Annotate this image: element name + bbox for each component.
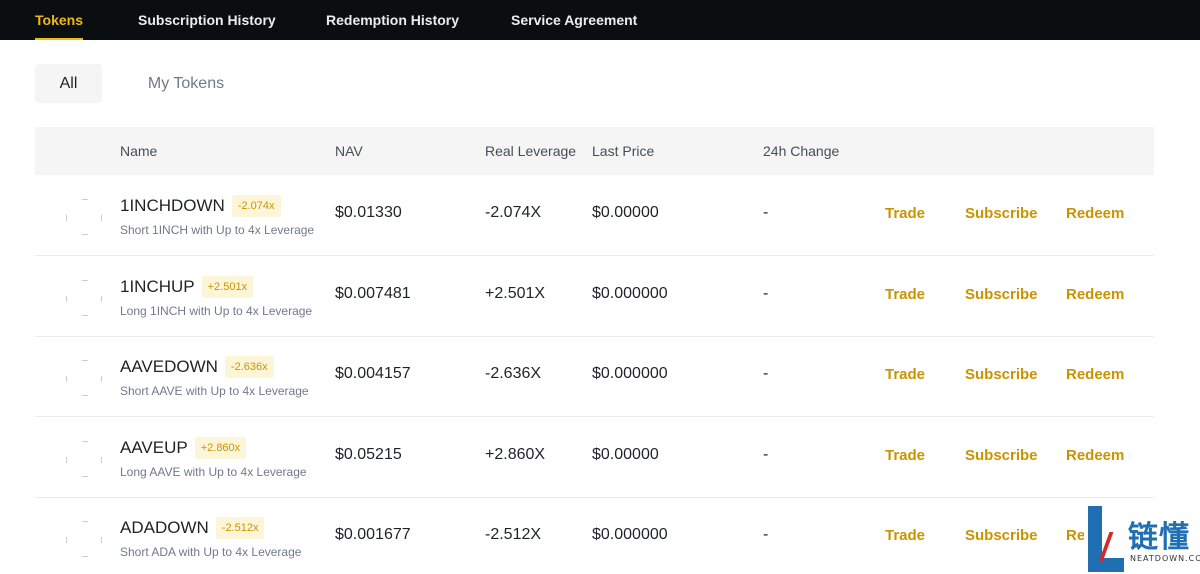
table-header: Name NAV Real Leverage Last Price 24h Ch… xyxy=(35,127,1154,175)
last-price-value: $0.00000 xyxy=(592,445,659,463)
header-name[interactable]: Name xyxy=(120,127,157,175)
subscribe-link[interactable]: Subscribe xyxy=(965,366,1038,383)
change-24h-value: - xyxy=(763,204,769,221)
table-row[interactable]: AAVEUP +2.860x Long AAVE with Up to 4x Lev… xyxy=(35,418,1154,498)
real-leverage-value: +2.860X xyxy=(485,445,546,463)
token-name: AAVEDOWN -2.636x xyxy=(120,355,274,379)
table-row[interactable]: 1INCHUP +2.501x Long 1INCH with Up to 4x L… xyxy=(35,257,1154,337)
trade-link[interactable]: Trade xyxy=(885,447,925,464)
token-logo-icon xyxy=(66,440,102,477)
token-name: 1INCHDOWN -2.074x xyxy=(120,194,281,218)
redeem-link[interactable]: Redeem xyxy=(1066,286,1124,303)
trade-link[interactable]: Trade xyxy=(885,286,925,303)
token-description: Short AAVE with Up to 4x Leverage xyxy=(120,384,309,398)
table-row[interactable]: ADADOWN -2.512x Short ADA with Up to 4x Le… xyxy=(35,498,1154,574)
token-symbol[interactable]: AAVEDOWN xyxy=(120,357,218,377)
watermark-l-icon xyxy=(1088,506,1124,572)
nav-value: $0.007481 xyxy=(335,284,411,302)
last-price-value: $0.000000 xyxy=(592,284,668,302)
tab-service-agreement[interactable]: Service Agreement xyxy=(511,0,637,40)
leverage-badge: -2.074x xyxy=(231,195,281,217)
leverage-badge: -2.512x xyxy=(215,517,265,539)
redeem-link[interactable]: Redeem xyxy=(1066,366,1124,383)
header-real-leverage[interactable]: Real Leverage xyxy=(485,127,576,175)
redeem-link[interactable]: Redeem xyxy=(1066,447,1124,464)
watermark-logo: 链懂 NEATDOWN.COM xyxy=(1084,504,1200,574)
change-24h-value: - xyxy=(763,284,769,302)
subscribe-link[interactable]: Subscribe xyxy=(965,527,1038,544)
leverage-badge: -2.636x xyxy=(224,356,274,378)
token-symbol[interactable]: 1INCHDOWN xyxy=(120,196,225,216)
token-name: 1INCHUP +2.501x xyxy=(120,275,254,299)
nav-value: $0.001677 xyxy=(335,526,411,543)
token-logo-icon xyxy=(66,199,102,235)
watermark-cn-text: 链懂 xyxy=(1128,520,1190,555)
token-logo-icon xyxy=(66,360,102,396)
last-price-value: $0.000000 xyxy=(592,365,668,382)
nav-value: $0.004157 xyxy=(335,365,411,382)
token-description: Long 1INCH with Up to 4x Leverage xyxy=(120,303,313,318)
token-symbol[interactable]: ADADOWN xyxy=(120,518,209,538)
change-24h-value: - xyxy=(763,445,769,463)
filter-all-button[interactable]: All xyxy=(35,64,102,103)
tab-subscription-history[interactable]: Subscription History xyxy=(138,0,276,40)
token-logo-icon xyxy=(66,279,102,316)
leverage-badge: +2.501x xyxy=(201,275,254,298)
trade-link[interactable]: Trade xyxy=(885,527,925,544)
subscribe-link[interactable]: Subscribe xyxy=(965,205,1038,222)
header-24h-change[interactable]: 24h Change xyxy=(763,127,839,175)
header-last-price[interactable]: Last Price xyxy=(592,127,654,175)
token-logo-icon xyxy=(66,521,102,557)
subscribe-link[interactable]: Subscribe xyxy=(965,286,1038,303)
last-price-value: $0.000000 xyxy=(592,526,668,543)
token-name: ADADOWN -2.512x xyxy=(120,516,265,540)
token-symbol[interactable]: AAVEUP xyxy=(120,438,188,458)
filter-my-tokens-button[interactable]: My Tokens xyxy=(118,64,254,103)
real-leverage-value: -2.512X xyxy=(485,526,542,543)
token-description: Short ADA with Up to 4x Leverage xyxy=(120,545,302,559)
real-leverage-value: -2.636X xyxy=(485,365,542,382)
change-24h-value: - xyxy=(763,365,769,382)
token-name: AAVEUP +2.860x xyxy=(120,436,247,460)
subscribe-link[interactable]: Subscribe xyxy=(965,447,1038,464)
real-leverage-value: +2.501X xyxy=(485,284,546,302)
redeem-link[interactable]: Redeem xyxy=(1066,205,1124,222)
tab-tokens[interactable]: Tokens xyxy=(35,0,83,40)
change-24h-value: - xyxy=(763,526,769,543)
tab-redemption-history[interactable]: Redemption History xyxy=(326,0,459,40)
watermark-en-text: NEATDOWN.COM xyxy=(1130,554,1200,563)
table-row[interactable]: 1INCHDOWN -2.074x Short 1INCH with Up to 4… xyxy=(35,176,1154,256)
token-symbol[interactable]: 1INCHUP xyxy=(120,277,195,297)
nav-value: $0.05215 xyxy=(335,445,402,463)
top-nav: Tokens Subscription History Redemption H… xyxy=(0,0,1200,40)
last-price-value: $0.00000 xyxy=(592,204,659,221)
header-nav[interactable]: NAV xyxy=(335,127,363,175)
trade-link[interactable]: Trade xyxy=(885,366,925,383)
leverage-badge: +2.860x xyxy=(194,436,247,459)
token-description: Short 1INCH with Up to 4x Leverage xyxy=(120,223,315,237)
nav-value: $0.01330 xyxy=(335,204,402,221)
real-leverage-value: -2.074X xyxy=(485,204,542,221)
trade-link[interactable]: Trade xyxy=(885,205,925,222)
table-row[interactable]: AAVEDOWN -2.636x Short AAVE with Up to 4x … xyxy=(35,337,1154,417)
token-description: Long AAVE with Up to 4x Leverage xyxy=(120,464,307,479)
